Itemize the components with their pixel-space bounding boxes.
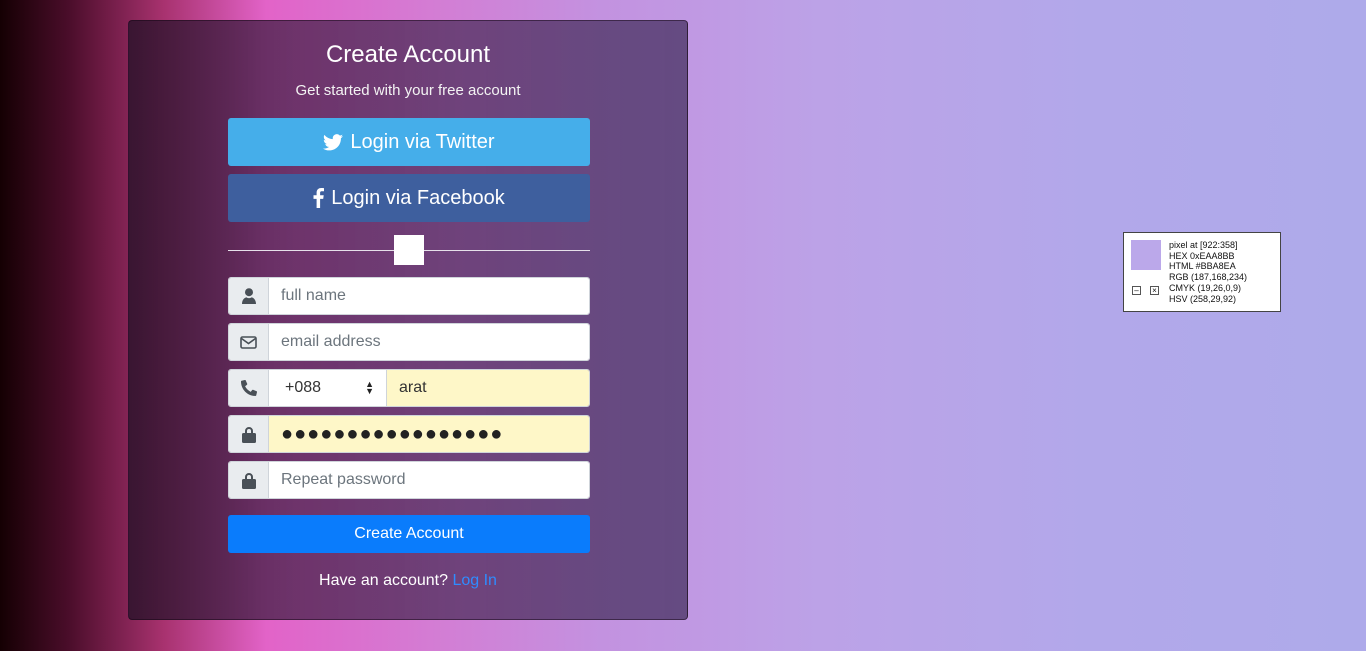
login-twitter-label: Login via Twitter	[350, 130, 495, 153]
form-title: Create Account	[325, 41, 491, 68]
signup-card: Create Account Get started with your fre…	[128, 20, 688, 620]
password-input[interactable]	[269, 416, 589, 452]
login-facebook-button[interactable]: Login via Facebook	[228, 174, 590, 222]
email-input[interactable]	[269, 324, 589, 360]
envelope-icon	[229, 324, 269, 360]
login-prompt: Have an account? Log In	[129, 572, 687, 590]
facebook-icon	[313, 188, 325, 208]
rgb-text: RGB (187,168,234)	[1169, 272, 1248, 283]
lock-icon	[229, 416, 269, 452]
html-color-text: HTML #BBA8EA	[1169, 261, 1236, 272]
login-prompt-text: Have an account?	[319, 572, 449, 589]
login-twitter-button[interactable]: Login via Twitter	[228, 118, 590, 166]
twitter-icon	[323, 133, 344, 151]
repeat-password-input[interactable]	[269, 462, 589, 498]
picker-minimize-button[interactable]: –	[1132, 286, 1141, 295]
login-link[interactable]: Log In	[452, 572, 496, 589]
lock-icon	[229, 462, 269, 498]
cmyk-text: CMYK (19,26,0,9)	[1169, 282, 1242, 293]
fullname-group	[228, 277, 590, 315]
email-group	[228, 323, 590, 361]
hsv-text: HSV (258,29,92)	[1169, 293, 1237, 304]
picker-close-button[interactable]: ×	[1150, 286, 1159, 295]
country-code-select[interactable]: +088 ▲ ▼	[269, 370, 387, 406]
phone-input[interactable]	[387, 370, 589, 406]
form-subtitle: Get started with your free account	[295, 82, 521, 99]
phone-icon	[229, 370, 269, 406]
color-swatch	[1131, 240, 1161, 270]
create-account-button[interactable]: Create Account	[228, 515, 590, 553]
phone-group: +088 ▲ ▼	[228, 369, 590, 407]
color-info: pixel at [922:358] HEX 0xEAA8BB HTML #BB…	[1169, 240, 1247, 304]
pixel-position-text: pixel at [922:358]	[1169, 240, 1238, 250]
password-group	[228, 415, 590, 453]
user-icon	[229, 278, 269, 314]
color-picker-widget[interactable]: pixel at [922:358] HEX 0xEAA8BB HTML #BB…	[1123, 232, 1281, 312]
divider-or-badge: OR	[394, 235, 424, 265]
hex-text: HEX 0xEAA8BB	[1169, 250, 1235, 261]
login-facebook-label: Login via Facebook	[331, 186, 505, 209]
repeat-password-group	[228, 461, 590, 499]
country-code-value: +088	[285, 379, 322, 396]
fullname-input[interactable]	[269, 278, 589, 314]
select-arrows-icon: ▲ ▼	[365, 379, 374, 396]
